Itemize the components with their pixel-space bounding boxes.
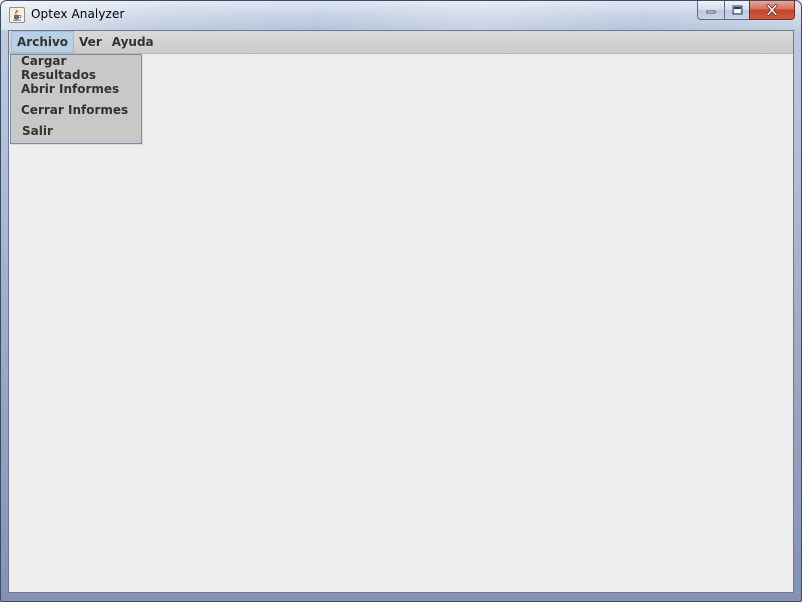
caption-buttons bbox=[697, 1, 795, 21]
menu-ayuda[interactable]: Ayuda bbox=[107, 31, 159, 53]
java-cup-icon[interactable] bbox=[9, 7, 25, 23]
menu-item-cargar-resultados[interactable]: Cargar Resultados bbox=[11, 54, 141, 82]
minimize-icon bbox=[706, 10, 716, 14]
app-window: Optex Analyzer Archivo Ver Ayuda Cargar … bbox=[0, 0, 802, 602]
close-button[interactable] bbox=[749, 1, 795, 20]
archivo-dropdown-menu: Cargar Resultados Abrir Informes Cerrar … bbox=[10, 54, 142, 144]
menu-archivo[interactable]: Archivo bbox=[11, 31, 75, 53]
minimize-button[interactable] bbox=[697, 1, 724, 20]
window-title: Optex Analyzer bbox=[31, 7, 125, 21]
close-icon bbox=[766, 4, 778, 16]
client-area: Archivo Ver Ayuda Cargar Resultados Abri… bbox=[8, 30, 794, 593]
menu-item-cerrar-informes[interactable]: Cerrar Informes bbox=[11, 99, 141, 120]
menu-bar: Archivo Ver Ayuda bbox=[9, 31, 793, 54]
maximize-button[interactable] bbox=[724, 1, 749, 20]
title-bar[interactable]: Optex Analyzer bbox=[1, 1, 801, 30]
menu-ver[interactable]: Ver bbox=[74, 31, 107, 53]
maximize-icon bbox=[732, 5, 742, 15]
menu-item-salir[interactable]: Salir bbox=[11, 120, 141, 141]
